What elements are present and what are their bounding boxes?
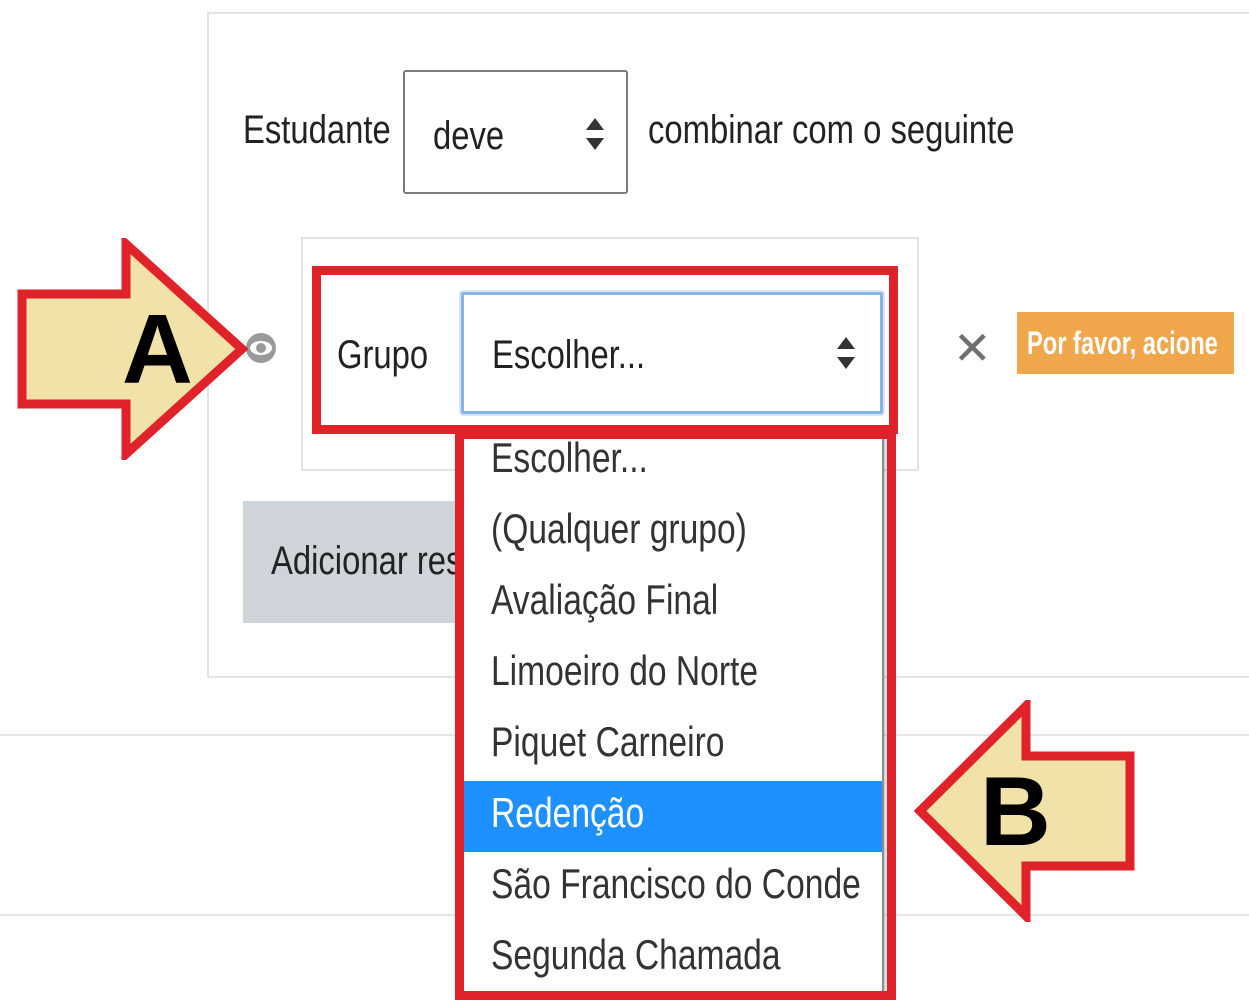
group-select-value: Escolher... <box>492 333 646 377</box>
dropdown-option[interactable]: Escolher... <box>463 435 882 497</box>
warning-badge: Por favor, acione <box>1017 312 1234 374</box>
must-select-value: deve <box>433 114 505 158</box>
dropdown-option[interactable]: Avaliação Final <box>463 568 882 639</box>
match-text: combinar com o seguinte <box>648 108 1015 152</box>
student-label: Estudante <box>243 108 391 152</box>
group-select[interactable]: Escolher... <box>461 292 883 414</box>
dropdown-option[interactable]: São Francisco do Conde <box>463 852 882 923</box>
dropdown-option[interactable]: Piquet Carneiro <box>463 710 882 781</box>
callout-arrow-a: A <box>16 233 249 465</box>
callout-arrow-b: B <box>913 695 1136 927</box>
group-dropdown-list: Escolher... (Qualquer grupo) Avaliação F… <box>461 433 884 993</box>
dropdown-option[interactable]: Segunda Chamada <box>463 923 882 991</box>
close-icon[interactable]: ✕ <box>953 325 992 371</box>
group-label: Grupo <box>337 333 429 377</box>
must-select[interactable]: deve <box>403 70 628 194</box>
dropdown-option[interactable]: (Qualquer grupo) <box>463 497 882 568</box>
dropdown-option[interactable]: Limoeiro do Norte <box>463 639 882 710</box>
eye-icon[interactable] <box>244 331 278 365</box>
callout-label-b: B <box>980 756 1051 866</box>
callout-label-a: A <box>122 294 193 404</box>
dropdown-option-highlighted[interactable]: Redenção <box>463 781 882 852</box>
